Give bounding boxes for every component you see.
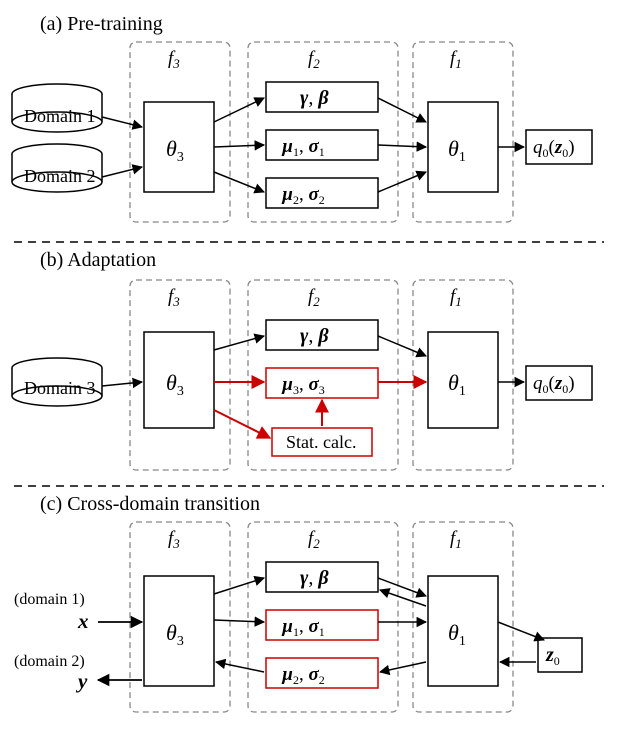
theta3-block-a: [144, 102, 214, 192]
svg-text:f3: f3: [168, 286, 180, 309]
arrow: [378, 172, 426, 192]
svg-text:µ3, σ3: µ3, σ3: [281, 374, 325, 397]
domain2-label: Domain 2: [24, 166, 96, 186]
svg-text:γ, β: γ, β: [300, 325, 329, 347]
domain1-cyl: Domain 1: [12, 84, 102, 132]
svg-text:f3: f3: [168, 48, 180, 71]
domain3-label: Domain 3: [24, 378, 96, 398]
svg-text:µ2, σ2: µ2, σ2: [281, 184, 325, 207]
x-note: (domain 1): [14, 591, 85, 608]
svg-text:f2: f2: [308, 48, 320, 71]
arrow: [214, 578, 264, 594]
arrow-red: [214, 410, 270, 438]
svg-text:µ1, σ1: µ1, σ1: [281, 136, 325, 159]
svg-text:f1: f1: [450, 286, 462, 309]
svg-text:µ1, σ1: µ1, σ1: [281, 616, 325, 639]
domain1-label: Domain 1: [24, 106, 96, 126]
svg-text:f1: f1: [450, 48, 462, 71]
caption-c: (c) Cross-domain transition: [40, 493, 260, 515]
svg-text:γ, β: γ, β: [300, 87, 329, 109]
theta1-block-a: [428, 102, 498, 192]
section-b: f3 f2 f1 Domain 3 θ3 γ, β µ3, σ3 Stat. c…: [12, 280, 592, 470]
domain3-cyl: Domain 3: [12, 358, 102, 406]
arrow: [378, 145, 426, 147]
theta3-block-b: [144, 332, 214, 428]
arrow: [214, 172, 264, 192]
arrow: [102, 382, 142, 386]
caption-b: (b) Adaptation: [40, 249, 156, 271]
arrow: [378, 336, 426, 356]
svg-text:f3: f3: [168, 528, 180, 551]
theta3-block-c: [144, 576, 214, 686]
arrow: [102, 117, 142, 127]
arrow: [102, 167, 142, 177]
arrow: [214, 620, 264, 622]
arrow: [380, 662, 426, 672]
section-c: f3 f2 f1 (domain 1) x (domain 2) y θ3 γ,…: [14, 522, 582, 712]
caption-a: (a) Pre-training: [40, 13, 163, 35]
arrow: [214, 98, 264, 122]
arrow: [378, 578, 426, 596]
svg-text:f1: f1: [450, 528, 462, 551]
svg-text:µ2, σ2: µ2, σ2: [281, 664, 325, 687]
svg-text:f2: f2: [308, 286, 320, 309]
domain2-cyl: Domain 2: [12, 144, 102, 192]
z0-block-c: [538, 638, 582, 672]
section-a: f3 f2 f1 Domain 1 Domain 2 θ3 γ, β: [12, 42, 592, 222]
arrow: [498, 622, 544, 640]
svg-text:f2: f2: [308, 528, 320, 551]
arrow: [378, 98, 426, 122]
theta1-block-c: [428, 576, 498, 686]
y-var: y: [75, 669, 88, 693]
theta1-block-b: [428, 332, 498, 428]
svg-text:q0(z0): q0(z0): [533, 137, 575, 160]
arrow: [216, 662, 264, 672]
arrow: [380, 590, 426, 606]
svg-text:γ, β: γ, β: [300, 567, 329, 589]
statcalc-label: Stat. calc.: [286, 432, 356, 452]
svg-text:q0(z0): q0(z0): [533, 373, 575, 396]
y-note: (domain 2): [14, 653, 85, 670]
arrow: [214, 336, 264, 350]
x-var: x: [77, 609, 89, 633]
arrow: [214, 145, 264, 147]
